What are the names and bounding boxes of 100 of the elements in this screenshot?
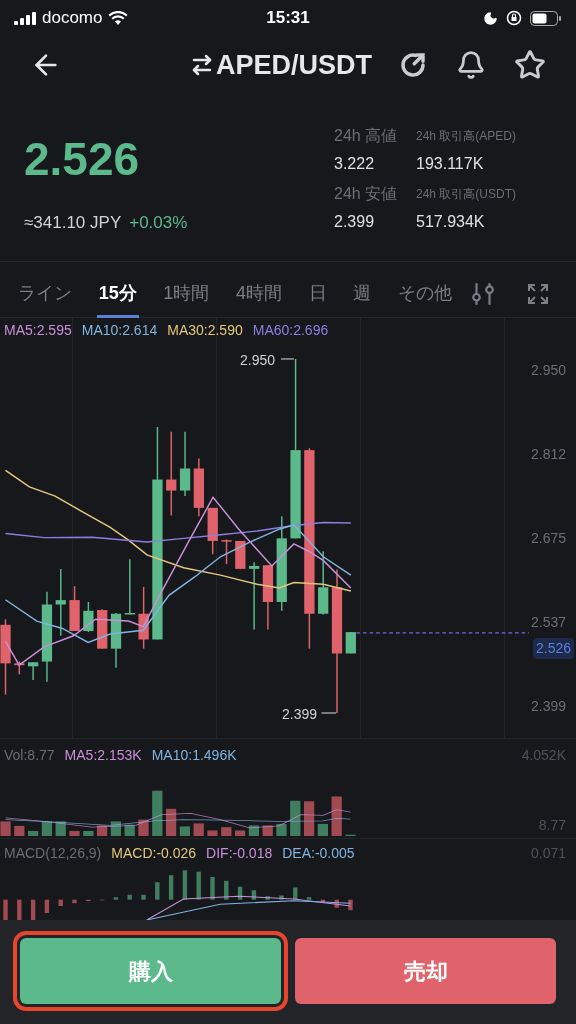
- volume-bar: [69, 830, 80, 836]
- fiat-price: ≈341.10 JPY: [24, 212, 122, 234]
- timeframe-tab[interactable]: その他: [396, 269, 454, 318]
- volume-bar: [152, 790, 163, 836]
- volume-bar: [165, 808, 177, 836]
- price-axis-label: 2.950: [530, 361, 566, 380]
- volume-bar: [207, 830, 218, 836]
- stat-label: 24h 取引高(USDT): [416, 186, 517, 203]
- macd-bar: [348, 899, 353, 911]
- candle: [207, 507, 218, 555]
- moon-icon: [483, 10, 498, 26]
- volume-axis-label: 8.77: [538, 816, 566, 835]
- leader-line: [320, 712, 337, 714]
- timeframe-tab[interactable]: 日: [306, 269, 329, 318]
- stat-value: 2.399: [334, 212, 376, 232]
- candle: [235, 540, 246, 570]
- volume-bar: [262, 825, 273, 836]
- candle: [193, 457, 204, 518]
- battery-icon: [530, 10, 562, 26]
- rotation-lock-icon: [506, 10, 522, 26]
- candle: [14, 660, 25, 676]
- price-change: +0.03%: [129, 212, 188, 234]
- refresh-icon[interactable]: [398, 50, 428, 80]
- volume-bar: [96, 825, 108, 836]
- macd-bar: [196, 871, 201, 900]
- macd-legend: MACD(12,26,9): [4, 843, 102, 864]
- candle: [83, 601, 94, 633]
- leader-line: [280, 358, 295, 360]
- volume-bar: [27, 830, 39, 836]
- macd-bar: [293, 887, 298, 900]
- macd-bar: [168, 875, 174, 900]
- volume-bar: [276, 823, 287, 836]
- candle: [55, 568, 66, 637]
- macd-bar: [141, 894, 146, 900]
- candle: [221, 538, 232, 565]
- volume-bar: [138, 819, 149, 836]
- volume-bar: [331, 796, 342, 836]
- star-icon[interactable]: [514, 49, 546, 81]
- pair-title: APED/USDT: [216, 48, 372, 82]
- stat-label: 24h 高値: [334, 126, 399, 146]
- price-axis-label: 2.399: [530, 697, 566, 716]
- macd-bar: [251, 890, 257, 900]
- carrier-name: docomo: [42, 7, 103, 30]
- macd-bar: [279, 895, 284, 900]
- candle: [318, 550, 329, 616]
- candle: [262, 564, 274, 631]
- stat-value: 517.934K: [416, 212, 486, 232]
- stat-value: 3.222: [334, 154, 376, 174]
- price-axis-label: 2.537: [530, 613, 566, 632]
- macd-bar: [265, 896, 270, 900]
- timeframe-tab[interactable]: ライン: [16, 269, 74, 318]
- sell-button[interactable]: 売却: [295, 938, 556, 1004]
- candle: [345, 631, 356, 655]
- volume-bar: [14, 825, 25, 836]
- timeframe-tab[interactable]: 1時間: [161, 269, 212, 318]
- macd-bar: [237, 886, 243, 900]
- volume-bar: [317, 823, 328, 836]
- candle: [97, 608, 108, 650]
- price-axis-label: 2.675: [530, 529, 566, 548]
- volume-legend: MA10:1.496K: [151, 745, 237, 766]
- volume-bar: [303, 801, 315, 836]
- volume-bar: [83, 830, 94, 836]
- candle: [124, 558, 135, 616]
- volume-bar: [248, 825, 260, 836]
- candle: [138, 586, 149, 650]
- candle: [179, 431, 191, 497]
- volume-bar: [234, 830, 246, 836]
- candle: [69, 585, 80, 632]
- timeframe-tab[interactable]: 週: [351, 269, 374, 318]
- candle: [249, 561, 260, 631]
- stat-label: 24h 取引高(APED): [416, 128, 518, 145]
- volume-legend: Vol:8.77: [4, 745, 55, 766]
- moving-average-legend: MA10:2.614: [81, 320, 158, 341]
- macd-bar: [44, 899, 50, 913]
- timeframe-tab[interactable]: 15分: [96, 269, 139, 318]
- timeframe-tab[interactable]: 4時間: [234, 269, 285, 318]
- macd-bar: [306, 897, 312, 900]
- fullscreen-icon[interactable]: [526, 281, 550, 306]
- macd-bar: [86, 899, 91, 902]
- macd-bar: [334, 899, 339, 908]
- candle: [28, 661, 39, 681]
- volume-bar: [221, 827, 232, 836]
- indicator-settings-icon[interactable]: [470, 280, 496, 307]
- volume-bar: [179, 826, 191, 836]
- clock-time: 15:31: [266, 7, 310, 30]
- current-price-tag: 2.526: [532, 638, 574, 659]
- macd-axis-label: 0.071: [530, 844, 566, 863]
- swap-icon[interactable]: [190, 53, 214, 77]
- price-axis-label: 2.812: [530, 445, 566, 464]
- macd-bar: [320, 899, 326, 903]
- volume-bar: [0, 821, 11, 836]
- macd-bar: [3, 899, 8, 920]
- moving-average-legend: MA60:2.696: [252, 320, 329, 341]
- macd-bar: [155, 882, 160, 900]
- macd-legend: DEA:-0.005: [282, 843, 355, 864]
- bell-icon[interactable]: [456, 50, 486, 80]
- wifi-icon: [108, 10, 129, 26]
- low-marker-label: 2.399: [282, 705, 318, 724]
- macd-legend: DIF:-0.018: [206, 843, 273, 864]
- volume-bar: [124, 824, 135, 836]
